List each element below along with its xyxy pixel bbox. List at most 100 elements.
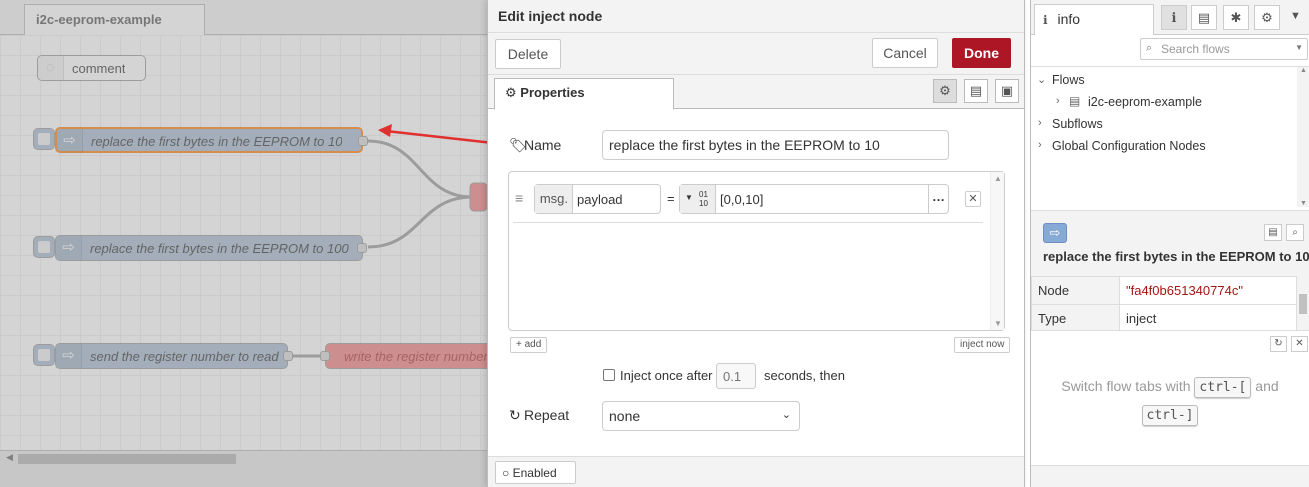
help-text: Switch flow tabs with	[1061, 378, 1191, 394]
book-icon[interactable]: ▤	[1191, 5, 1217, 30]
tree-item-global-config[interactable]: › Global Configuration Nodes	[1031, 136, 1297, 158]
tree-item-flows[interactable]: ⌄ Flows	[1031, 70, 1297, 92]
refresh-icon[interactable]: ↻	[1270, 336, 1287, 352]
chevron-right-icon: ›	[1056, 95, 1060, 107]
tab-properties[interactable]: ⚙ Properties	[494, 78, 674, 110]
sidebar-tabbar: ℹ info ℹ ▤ ✱ ⚙ ▼	[1031, 0, 1309, 35]
chevron-down-icon[interactable]: ▼	[1290, 10, 1301, 22]
tray-tabs: ⚙ Properties ⚙ ▤ ▣	[488, 75, 1024, 110]
gear-icon: ⚙	[505, 85, 517, 100]
node-id-value[interactable]: "fa4f0b651340774c"	[1119, 276, 1297, 305]
shortcut-key: ctrl-[	[1194, 377, 1252, 398]
repeat-select-value: none	[609, 408, 641, 424]
done-button[interactable]: Done	[952, 38, 1011, 68]
type-value: inject	[1119, 304, 1297, 333]
tree-flow-label: i2c-eeprom-example	[1088, 95, 1202, 109]
chevron-down-icon: ⌄	[1037, 74, 1047, 86]
tree-subflows-label: Subflows	[1052, 117, 1103, 131]
selected-node-title: replace the first bytes in the EEPROM to…	[1043, 249, 1309, 264]
chevron-right-icon: ›	[1038, 117, 1042, 129]
chevron-down-icon: ⌄	[781, 409, 791, 421]
caret-down-icon: ▼	[685, 193, 693, 202]
plus-icon: +	[516, 339, 522, 350]
chevron-right-icon: ›	[1038, 139, 1042, 151]
enabled-toggle[interactable]: ○ Enabled	[495, 461, 576, 484]
help-tip: Switch flow tabs with ctrl-[ and ctrl-]	[1041, 373, 1299, 429]
flow-icon: ▤	[1069, 94, 1081, 108]
search-placeholder: Search flows	[1161, 42, 1230, 56]
bug-icon[interactable]: ✱	[1223, 5, 1249, 30]
remove-row-icon[interactable]: ✕	[965, 191, 981, 207]
tree-item-flow[interactable]: › ▤ i2c-eeprom-example	[1031, 92, 1297, 114]
table-row: Type inject	[1031, 304, 1297, 333]
workspace-overlay	[0, 0, 487, 487]
seconds-then-label: seconds, then	[764, 368, 845, 383]
description-icon[interactable]: ▤	[964, 79, 988, 103]
equals-sign: =	[667, 191, 675, 206]
scroll-thumb[interactable]	[1299, 294, 1307, 314]
tab-properties-label: Properties	[520, 85, 585, 100]
panel-scrollbar[interactable]	[1297, 276, 1309, 331]
scroll-up-icon[interactable]: ▲	[994, 174, 1002, 183]
info-icon[interactable]: ℹ	[1161, 5, 1187, 30]
inject-now-button[interactable]: inject now	[954, 337, 1011, 353]
node-settings-icon[interactable]: ⚙	[933, 79, 957, 103]
msg-prop-name: payload	[577, 192, 623, 207]
tree-global-config-label: Global Configuration Nodes	[1052, 139, 1206, 153]
search-flows-input[interactable]: ⌕ Search flows ▼	[1140, 38, 1308, 60]
workspace: i2c-eeprom-example ◌ comment ⇨ replace t…	[0, 0, 503, 487]
tree-flows-label: Flows	[1052, 73, 1085, 87]
type-dropdown-icon[interactable]: ▼ 01 10	[680, 185, 716, 213]
drag-handle-icon[interactable]: ≡	[515, 190, 523, 206]
cancel-button[interactable]: Cancel	[872, 38, 938, 68]
repeat-label: Repeat	[524, 407, 570, 423]
node-properties-table: Node "fa4f0b651340774c" Type inject	[1031, 276, 1297, 333]
type-key: Type	[1031, 304, 1120, 333]
msg-prefix: msg.	[535, 185, 573, 213]
type-glyph-top: 01	[699, 190, 708, 199]
expand-editor-icon[interactable]: …	[928, 185, 948, 213]
open-help-icon[interactable]: ▤	[1264, 224, 1282, 241]
property-list[interactable]: ≡ msg. payload = ▼ 01 10 [0,0,10] … ✕ ▲ …	[508, 171, 1005, 331]
add-property-label: add	[524, 339, 542, 350]
edit-tray: Edit inject node Delete Cancel Done ⚙ Pr…	[487, 0, 1025, 487]
help-panel: ↻ ✕ Switch flow tabs with ctrl-[ and ctr…	[1031, 330, 1309, 465]
search-icon: ⌕	[1146, 42, 1153, 54]
list-scrollbar[interactable]: ▲ ▼	[990, 172, 1004, 330]
payload-value: [0,0,10]	[720, 192, 764, 207]
info-icon: ℹ	[1043, 13, 1048, 27]
tray-footer: ○ Enabled	[488, 456, 1024, 487]
gear-icon[interactable]: ⚙	[1254, 5, 1280, 30]
scroll-down-icon[interactable]: ▼	[994, 319, 1002, 328]
name-input[interactable]: replace the first bytes in the EEPROM to…	[602, 130, 949, 160]
tray-toolbar: Delete Cancel Done	[488, 33, 1024, 75]
search-icon[interactable]: ⌕	[1286, 224, 1304, 241]
shortcut-key: ctrl-]	[1141, 405, 1199, 426]
close-icon[interactable]: ✕	[1291, 336, 1308, 352]
scroll-up-icon[interactable]: ▲	[1300, 67, 1307, 74]
tab-info-label: info	[1057, 11, 1081, 27]
delete-button[interactable]: Delete	[495, 39, 561, 69]
repeat-select[interactable]: none ⌄	[602, 401, 800, 431]
add-property-button[interactable]: + add	[510, 337, 548, 353]
caret-down-icon[interactable]: ▼	[1295, 43, 1303, 52]
tree-scrollbar[interactable]: ▲ ▼	[1297, 67, 1309, 207]
table-row: Node "fa4f0b651340774c"	[1031, 276, 1297, 305]
row-divider	[513, 222, 983, 223]
appearance-icon[interactable]: ▣	[995, 79, 1019, 103]
tree-item-subflows[interactable]: › Subflows	[1031, 114, 1297, 136]
msg-prop-field[interactable]: msg. payload	[534, 184, 661, 214]
node-key: Node	[1031, 276, 1120, 305]
type-glyph-bottom: 10	[699, 199, 708, 208]
enabled-label: Enabled	[512, 466, 557, 480]
inject-delay-input[interactable]	[716, 363, 756, 389]
inject-once-label: Inject once after	[620, 368, 713, 383]
payload-value-field[interactable]: ▼ 01 10 [0,0,10] …	[679, 184, 949, 214]
tab-info[interactable]: ℹ info	[1034, 4, 1154, 35]
inject-once-checkbox[interactable]	[603, 369, 615, 381]
sidebar-footer	[1031, 465, 1309, 487]
circle-icon: ○	[502, 466, 510, 480]
scroll-down-icon[interactable]: ▼	[1300, 200, 1307, 207]
name-label: Name	[524, 137, 562, 153]
tray-title: Edit inject node	[488, 0, 1024, 33]
